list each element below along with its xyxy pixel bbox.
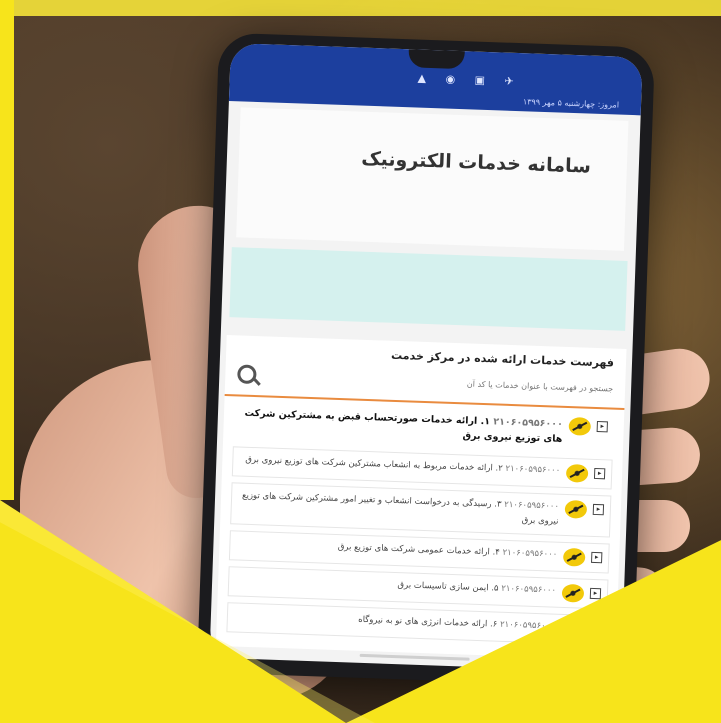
electricity-logo-icon [564,499,588,519]
service-title: ۵. ایمن سازی تاسیسات برق [397,580,499,594]
expand-icon[interactable]: ▸ [596,421,608,433]
status-icons: ▲ ◉ ▣ ✈ [417,71,522,89]
status-date: امروز: چهارشنبه ۵ مهر ۱۳۹۹ [522,97,620,110]
service-item[interactable]: ▸ ۲۱۰۶۰۵۹۵۶۰۰۰ ۱. ارائه خدمات صورتحساب ق… [233,400,615,454]
page-title: سامانه خدمات الکترونیک [360,147,592,178]
electricity-logo-icon [562,547,586,567]
phone-screen: ▲ ◉ ▣ ✈ امروز: چهارشنبه ۵ مهر ۱۳۹۹ سامان… [209,42,643,673]
service-code: ۲۱۰۶۰۵۹۵۶۰۰۰ [504,499,560,512]
info-banner [229,247,628,331]
search-icon[interactable] [235,362,262,389]
yellow-frame-left [0,0,14,500]
home-indicator [359,653,470,661]
status-bar: ▲ ◉ ▣ ✈ امروز: چهارشنبه ۵ مهر ۱۳۹۹ [228,42,643,116]
search-input[interactable] [275,371,616,395]
title-card: سامانه خدمات الکترونیک [236,107,629,251]
electricity-logo-icon [568,417,592,436]
service-item[interactable]: ▸ ۲۱۰۶۰۵۹۵۶۰۰۰ ۲. ارائه خدمات مربوط به ا… [231,446,613,490]
camera-notch [408,49,465,70]
service-code: ۲۱۰۶۰۵۹۵۶۰۰۰ [493,416,564,430]
electricity-logo-icon [565,463,589,483]
service-title: ۴. ارائه خدمات عمومی شرکت های توزیع برق [337,542,500,558]
service-code: ۲۱۰۶۰۵۹۵۶۰۰۰ [505,463,561,476]
expand-icon[interactable]: ▸ [589,587,602,600]
services-list: ▸ ۲۱۰۶۰۵۹۵۶۰۰۰ ۱. ارائه خدمات صورتحساب ق… [216,396,624,646]
yellow-frame-top [0,0,721,16]
service-item[interactable]: ▸ ۲۱۰۶۰۵۹۵۶۰۰۰ ۳. رسیدگی به درخواست انشع… [230,482,612,538]
service-code: ۲۱۰۶۰۵۹۵۶۰۰۰ [501,583,557,596]
expand-icon[interactable]: ▸ [592,503,605,516]
expand-icon[interactable]: ▸ [591,551,603,564]
electricity-logo-icon [561,583,585,603]
phone: ▲ ◉ ▣ ✈ امروز: چهارشنبه ۵ مهر ۱۳۹۹ سامان… [196,32,656,688]
service-code: ۲۱۰۶۰۵۹۵۶۰۰۰ [502,547,558,560]
service-item[interactable]: ▸ ۲۱۰۶۰۵۹۵۶۰۰۰ ۴. ارائه خدمات عمومی شرکت… [228,530,610,574]
service-title: ۶. ارائه خدمات انرژی های نو به نیروگاه [358,614,498,630]
service-item[interactable]: ▸ ۲۱۰۶۰۵۹۵۶۰۰۰ ۵. ایمن سازی تاسیسات برق [227,566,609,610]
service-title: ۲. ارائه خدمات مربوط به انشعاب مشترکین ش… [245,454,503,474]
expand-icon[interactable]: ▸ [593,467,606,480]
services-card: فهرست خدمات ارائه شده در مرکز خدمت ▸ ۲۱۰… [215,335,627,660]
